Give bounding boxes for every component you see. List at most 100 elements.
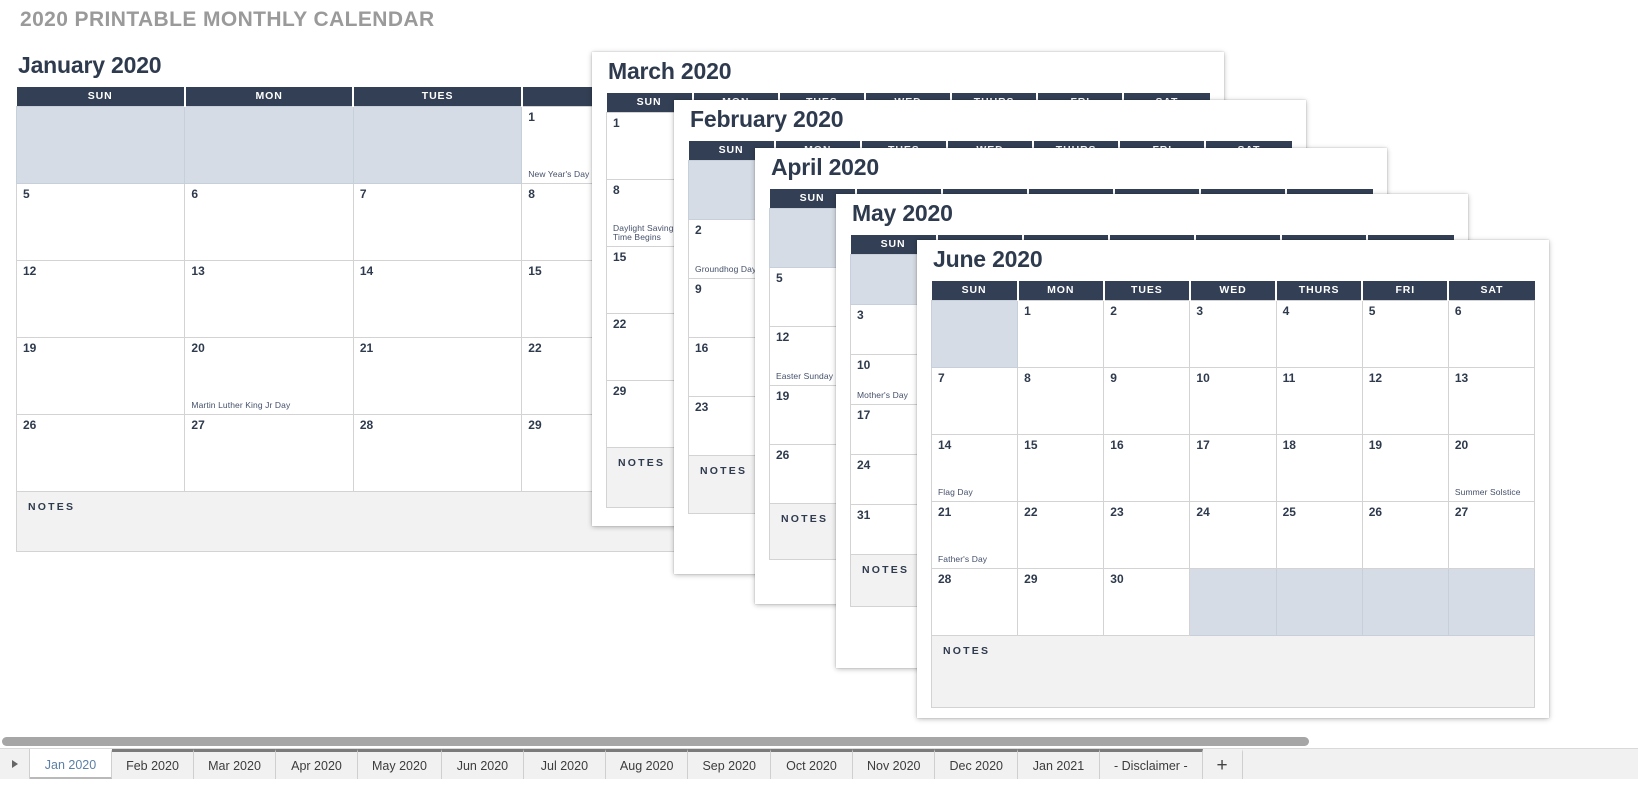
sheet-tab-bar: Jan 2020 Feb 2020 Mar 2020 Apr 2020 May 2020… [0, 748, 1638, 811]
calendar-day-cell[interactable]: 28 [352, 413, 523, 492]
calendar-day-cell[interactable]: 1 [1017, 299, 1105, 368]
sheet-tab-jul-2020[interactable]: Jul 2020 [523, 749, 606, 779]
calendar-day-cell[interactable]: 29 [1017, 567, 1105, 636]
day-number: 6 [191, 186, 199, 201]
calendar-day-cell[interactable]: 5 [16, 182, 186, 261]
calendar-day-cell[interactable]: 13 [1447, 366, 1536, 435]
weekday-header-wed: WED [1189, 281, 1278, 300]
sheet-tab-apr-2020[interactable]: Apr 2020 [276, 749, 358, 779]
calendar-day-cell[interactable]: 27 [1447, 500, 1536, 569]
calendar-day-cell[interactable]: 22 [1017, 500, 1105, 569]
day-number: 25 [1282, 504, 1296, 519]
sheet-tab-nov-2020[interactable]: Nov 2020 [852, 749, 936, 779]
calendar-cell-empty[interactable] [1447, 567, 1536, 636]
calendar-day-cell[interactable]: 7 [352, 182, 523, 261]
calendar-day-cell[interactable]: 19 [16, 336, 186, 415]
calendar-day-cell[interactable]: 17 [1189, 433, 1277, 502]
calendar-title-february: February 2020 [690, 106, 844, 132]
calendar-day-cell[interactable]: 2 [1103, 299, 1191, 368]
calendar-day-cell[interactable]: 7 [930, 366, 1019, 435]
calendar-day-cell[interactable]: 14 [352, 259, 523, 338]
calendar-day-cell[interactable]: 6 [1447, 299, 1536, 368]
day-number: 21 [359, 340, 374, 355]
calendar-day-cell[interactable]: 16 [1103, 433, 1191, 502]
sheet-tab-aug-2020[interactable]: Aug 2020 [605, 749, 689, 779]
sheet-tab-jan-2021[interactable]: Jan 2021 [1018, 749, 1100, 779]
calendar-grid-june: SUN MON TUES WED THURS FRI SAT 1 2 3 4 5 6 7 8 9 10 11 12 1… [930, 281, 1536, 636]
day-number: 1 [1024, 303, 1031, 318]
sheet-tab-row: Jan 2020 Feb 2020 Mar 2020 Apr 2020 May 2020… [0, 749, 1638, 779]
notes-section-june: NOTES [931, 635, 1535, 708]
calendar-day-cell[interactable]: 23 [1103, 500, 1191, 569]
calendar-day-cell[interactable]: 21 Father's Day [930, 500, 1019, 569]
calendar-day-cell[interactable]: 8 [1017, 366, 1105, 435]
day-number: 29 [1024, 571, 1038, 586]
calendar-day-cell[interactable]: 20 Martin Luther King Jr Day [184, 336, 354, 415]
day-number: 6 [1454, 303, 1462, 318]
add-sheet-button[interactable]: + [1202, 749, 1243, 779]
sheet-tab-disclaimer[interactable]: - Disclaimer - [1100, 749, 1203, 779]
calendar-day-cell[interactable]: 4 [1275, 299, 1363, 368]
calendar-day-cell[interactable]: 24 [1189, 500, 1277, 569]
calendar-day-cell[interactable]: 18 [1275, 433, 1363, 502]
spreadsheet-canvas: 2020 PRINTABLE MONTHLY CALENDAR January … [0, 0, 1638, 811]
calendar-day-cell[interactable]: 6 [184, 182, 354, 261]
day-number: 27 [191, 417, 205, 432]
calendar-cell-empty[interactable] [352, 105, 523, 184]
weekday-header-mon: MON [1017, 281, 1105, 300]
calendar-day-cell[interactable]: 30 [1103, 567, 1191, 636]
horizontal-scrollbar-thumb[interactable] [2, 737, 1309, 746]
calendar-day-cell[interactable]: 15 [1017, 433, 1105, 502]
sheet-tab-mar-2020[interactable]: Mar 2020 [194, 749, 276, 779]
calendar-day-cell[interactable]: 5 [1361, 299, 1449, 368]
calendar-day-cell[interactable]: 20 Summer Solstice [1447, 433, 1536, 502]
calendar-day-cell[interactable]: 10 [1189, 366, 1277, 435]
calendar-june[interactable]: June 2020 SUN MON TUES WED THURS FRI SAT 1 2 3 4 5 6… [917, 240, 1549, 718]
calendar-day-cell[interactable]: 28 [930, 567, 1019, 636]
day-number: 16 [1110, 437, 1124, 452]
calendar-week-row: 1 2 3 4 5 6 [930, 299, 1536, 368]
calendar-day-cell[interactable]: 9 [1103, 366, 1191, 435]
calendar-day-cell[interactable]: 25 [1275, 500, 1363, 569]
calendar-day-cell[interactable]: 13 [184, 259, 354, 338]
holiday-label: Summer Solstice [1454, 488, 1521, 497]
day-number: 7 [938, 370, 945, 385]
calendar-week-row: 14 Flag Day 15 16 17 18 19 20 Summer Solstice [930, 433, 1536, 502]
sheet-tab-may-2020[interactable]: May 2020 [358, 749, 442, 779]
sheet-tab-oct-2020[interactable]: Oct 2020 [770, 749, 853, 779]
calendar-day-cell[interactable]: 27 [184, 413, 354, 492]
day-number: 13 [191, 263, 205, 278]
calendar-day-cell[interactable]: 19 [1361, 433, 1449, 502]
day-number: 22 [1024, 504, 1038, 519]
sheet-tab-feb-2020[interactable]: Feb 2020 [112, 749, 194, 779]
calendar-cell-empty[interactable] [1189, 567, 1277, 636]
calendar-day-cell[interactable]: 12 [1361, 366, 1449, 435]
calendar-week-row: 7 8 9 10 11 12 13 [930, 366, 1536, 435]
day-number: 15 [1024, 437, 1038, 452]
calendar-cell-empty[interactable] [930, 299, 1019, 368]
calendar-day-cell[interactable]: 26 [16, 413, 186, 492]
day-number: 27 [1454, 504, 1469, 519]
calendar-cell-empty[interactable] [1361, 567, 1449, 636]
calendar-day-cell[interactable]: 26 [1361, 500, 1449, 569]
calendar-day-cell[interactable]: 11 [1275, 366, 1363, 435]
calendar-title-may: May 2020 [852, 200, 953, 226]
calendar-cell-empty[interactable] [184, 105, 354, 184]
calendar-day-cell[interactable]: 21 [352, 336, 523, 415]
day-number: 10 [1196, 370, 1210, 385]
sheet-tab-sep-2020[interactable]: Sep 2020 [688, 749, 771, 779]
holiday-label: Father's Day [938, 555, 988, 564]
sheet-tab-jun-2020[interactable]: Jun 2020 [441, 749, 524, 779]
calendar-day-cell[interactable]: 14 Flag Day [930, 433, 1019, 502]
sheet-tab-dec-2020[interactable]: Dec 2020 [935, 749, 1018, 779]
day-number: 30 [1110, 571, 1124, 586]
calendar-day-cell[interactable]: 3 [1189, 299, 1277, 368]
calendar-cell-empty[interactable] [1275, 567, 1363, 636]
sheet-tab-jan-2020[interactable]: Jan 2020 [30, 749, 112, 779]
calendar-cell-empty[interactable] [16, 105, 186, 184]
calendar-day-cell[interactable]: 12 [16, 259, 186, 338]
day-number: 26 [23, 417, 37, 432]
weekday-header-thurs: THURS [1276, 281, 1364, 300]
sheet-tab-nav-button[interactable] [0, 749, 30, 779]
weekday-header-row: SUNMONTUESWEDTHURSFRISAT [931, 281, 1535, 300]
